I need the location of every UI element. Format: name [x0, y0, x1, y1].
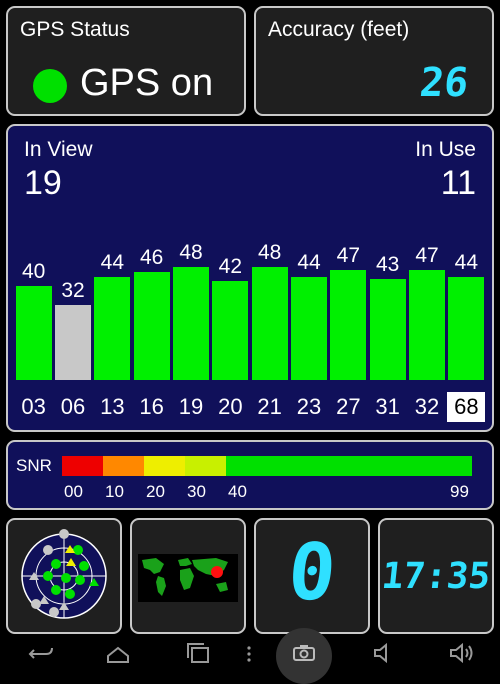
- snr-value-23: 44: [297, 250, 321, 274]
- prn-label-32: 32: [414, 394, 440, 419]
- in-view-label: In View: [24, 138, 93, 161]
- sky-radar-icon: [21, 529, 107, 619]
- prn-label-23: 23: [296, 394, 322, 419]
- snr-bar-32: [409, 269, 445, 380]
- prn-label-16: 16: [139, 394, 164, 419]
- counter-value: 0: [284, 528, 340, 618]
- satellite-signal-panel[interactable]: In View 19 In Use 11 40 32 44 46 48 42 48 44 47 4…: [6, 124, 494, 432]
- clock-tile[interactable]: 17:35: [378, 518, 494, 634]
- snr-value-16: 46: [139, 245, 164, 269]
- home-icon[interactable]: [104, 642, 132, 664]
- screenshot-icon: [293, 645, 315, 661]
- in-use-label: In Use: [415, 138, 476, 161]
- snr-bar-chart: 40 32 44 46 48 42 48 44 47 43 47 44: [14, 210, 486, 380]
- world-map-icon: [138, 554, 238, 602]
- snr-value-03: 40: [21, 260, 46, 283]
- snr-bar-03: [15, 286, 52, 380]
- snr-bar-31: [369, 278, 406, 380]
- gps-status-value: GPS on: [80, 62, 214, 104]
- accuracy-panel[interactable]: Accuracy (feet) 26: [254, 6, 494, 116]
- snr-tick-20: 20: [146, 482, 165, 501]
- prn-label-31: 31: [375, 394, 400, 419]
- gps-status-title: GPS Status: [20, 18, 130, 41]
- snr-tick-99: 99: [450, 482, 469, 501]
- snr-band-0: [62, 456, 103, 476]
- snr-value-06: 32: [61, 278, 85, 302]
- prn-label-13: 13: [100, 394, 125, 419]
- world-map-tile[interactable]: [130, 518, 246, 634]
- prn-label-27: 27: [336, 394, 361, 419]
- clock-time: 17:35: [379, 556, 493, 597]
- volume-up-icon[interactable]: [448, 642, 476, 664]
- counter-tile[interactable]: 0: [254, 518, 370, 634]
- prn-label-19: 19: [178, 394, 204, 419]
- snr-value-21: 48: [257, 241, 282, 265]
- accuracy-title: Accuracy (feet): [268, 18, 410, 41]
- prn-label-06: 06: [60, 394, 86, 419]
- snr-bar-68: [448, 276, 485, 380]
- snr-tick-40: 40: [228, 482, 247, 501]
- snr-value-31: 43: [375, 252, 400, 276]
- snr-bar-06: [55, 304, 91, 380]
- recent-apps-icon[interactable]: [184, 642, 212, 664]
- snr-band-1: [103, 456, 144, 476]
- sky-view-tile[interactable]: [6, 518, 122, 634]
- gps-status-panel[interactable]: GPS Status GPS on: [6, 6, 246, 116]
- accuracy-value: 26: [417, 60, 471, 106]
- snr-bar-21: [251, 267, 288, 380]
- snr-value-68: 44: [454, 250, 478, 274]
- snr-band-3: [185, 456, 226, 476]
- system-navigation-bar: [0, 628, 500, 684]
- in-use-count: 11: [440, 164, 476, 202]
- snr-value-13: 44: [100, 250, 124, 274]
- snr-tick-10: 10: [105, 482, 124, 501]
- snr-tick-30: 30: [187, 482, 206, 501]
- prn-label-21: 21: [257, 394, 282, 419]
- back-icon[interactable]: [28, 642, 54, 664]
- snr-value-20: 42: [218, 255, 242, 279]
- prn-label-03: 03: [21, 394, 46, 419]
- prn-label-20: 20: [218, 394, 243, 419]
- snr-bar-23: [291, 276, 327, 380]
- snr-value-27: 47: [336, 243, 360, 267]
- snr-value-19: 48: [179, 241, 203, 265]
- snr-scale-panel: SNR 00 10 20 30 40 99: [6, 440, 494, 510]
- snr-band-4: [226, 456, 472, 476]
- snr-value-32: 47: [415, 243, 439, 267]
- prn-label-68: 68: [447, 392, 486, 422]
- in-view-count: 19: [24, 164, 62, 202]
- snr-bar-20: [212, 281, 249, 380]
- snr-bar-16: [133, 271, 170, 380]
- snr-band-2: [144, 456, 185, 476]
- gps-status-indicator-icon: [33, 69, 67, 103]
- menu-icon[interactable]: [244, 642, 254, 664]
- volume-down-icon[interactable]: [372, 642, 396, 664]
- screenshot-button[interactable]: [276, 628, 332, 684]
- snr-bar-27: [330, 269, 367, 380]
- snr-scale-title: SNR: [16, 456, 52, 475]
- snr-bar-13: [94, 276, 131, 380]
- snr-tick-00: 00: [64, 482, 83, 501]
- snr-bar-19: [173, 267, 209, 380]
